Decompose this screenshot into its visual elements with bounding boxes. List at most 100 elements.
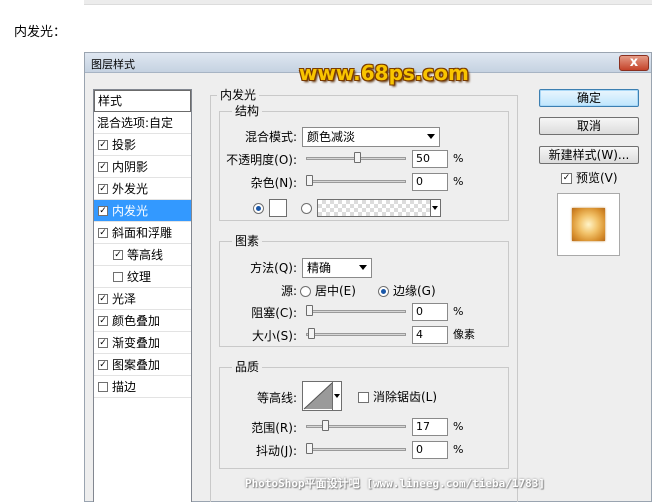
style-list-header[interactable]: 样式 [94,90,191,112]
style-list-item[interactable]: ✓ 外发光 [94,178,191,200]
method-value: 精确 [307,261,332,275]
range-input[interactable]: 17 [412,418,448,436]
blend-mode-value: 颜色减淡 [307,130,356,144]
style-checkbox[interactable]: ✓ [98,294,108,304]
style-checkbox[interactable]: ✓ [98,162,108,172]
preview-label[interactable]: 预览(V) [576,169,618,187]
noise-slider-track[interactable] [306,180,406,183]
style-list-item[interactable]: ✓ 颜色叠加 [94,310,191,332]
style-checkbox[interactable]: ✓ [113,250,123,260]
style-list-item[interactable]: 描边 [94,376,191,398]
close-icon: x [629,55,639,70]
structure-legend: 结构 [232,104,263,118]
opacity-input[interactable]: 50 [412,150,448,168]
style-list-item[interactable]: 纹理 [94,266,191,288]
style-item-label: 渐变叠加 [112,336,161,350]
opacity-unit: % [453,152,464,165]
chevron-down-icon [427,134,435,139]
range-label: 范围(R): [251,421,297,435]
style-item-label: 颜色叠加 [112,314,161,328]
size-slider-track[interactable] [306,333,406,336]
chevron-down-icon [334,394,340,398]
source-edge-label[interactable]: 边缘(G) [393,282,436,300]
gradient-radio[interactable] [301,203,312,214]
anti-alias-checkbox[interactable] [358,392,369,403]
style-checkbox[interactable] [98,382,108,392]
chevron-down-icon [359,265,367,270]
chevron-down-icon [432,206,438,210]
style-list-item[interactable]: ✓ 内阴影 [94,156,191,178]
opacity-label: 不透明度(O): [226,153,297,167]
gradient-dropdown[interactable] [430,200,440,216]
source-label: 源: [280,284,297,298]
range-slider-track[interactable] [306,425,406,428]
range-slider-handle[interactable] [322,420,329,431]
opacity-slider-handle[interactable] [354,152,361,163]
choke-input[interactable]: 0 [412,303,448,321]
style-item-label: 描边 [112,380,137,394]
size-label: 大小(S): [251,329,297,343]
source-center-radio[interactable] [300,286,311,297]
jitter-label: 抖动(J): [256,444,297,458]
jitter-input[interactable]: 0 [412,441,448,459]
choke-slider-track[interactable] [306,310,406,313]
blend-options-item[interactable]: 混合选项:自定 [94,112,191,134]
style-item-label: 图案叠加 [112,358,161,372]
dialog-title: 图层样式 [91,58,135,71]
style-list-item[interactable]: ✓ 投影 [94,134,191,156]
style-list-item[interactable]: ✓ 光泽 [94,288,191,310]
noise-slider-handle[interactable] [306,175,313,186]
blend-mode-select[interactable]: 颜色减淡 [302,127,440,147]
anti-alias-label[interactable]: 消除锯齿(L) [373,388,437,406]
method-select[interactable]: 精确 [302,258,372,278]
site-watermark: www.68ps.com [299,61,469,85]
close-button[interactable]: x [619,55,649,71]
style-list-item[interactable]: ✓ 等高线 [94,244,191,266]
size-slider-handle[interactable] [308,328,315,339]
top-strip [84,0,652,5]
preview-checkbox[interactable]: ✓ [561,173,572,184]
gradient-picker[interactable] [317,199,441,217]
footer-watermark: PhotoShop平面设计吧 [www.lineeg.com/tieba/178… [245,477,546,490]
style-list-item[interactable]: ✓ 内发光 [94,200,191,222]
page-caption: 内发光： [14,25,67,40]
contour-dropdown[interactable] [332,382,341,410]
size-input[interactable]: 4 [412,326,448,344]
contour-picker[interactable] [302,381,342,411]
choke-unit: % [453,305,464,318]
cancel-button[interactable]: 取消 [539,117,639,135]
style-checkbox[interactable]: ✓ [98,316,108,326]
style-item-label: 投影 [112,138,137,152]
layer-style-dialog: 图层样式 x www.68ps.com 样式 混合选项:自定 ✓ 投影 ✓ 内阴影 ✓ 外… [84,52,652,502]
style-list-item[interactable]: ✓ 图案叠加 [94,354,191,376]
style-checkbox[interactable]: ✓ [98,184,108,194]
style-item-label: 内发光 [112,204,149,218]
style-checkbox[interactable]: ✓ [98,140,108,150]
style-list-item[interactable]: ✓ 斜面和浮雕 [94,222,191,244]
noise-input[interactable]: 0 [412,173,448,191]
solid-color-radio[interactable] [253,203,264,214]
quality-legend: 品质 [232,360,263,374]
style-checkbox[interactable]: ✓ [98,360,108,370]
noise-label: 杂色(N): [250,176,297,190]
choke-slider-handle[interactable] [306,305,313,316]
glow-color-swatch[interactable] [269,199,287,217]
range-unit: % [453,420,464,433]
style-checkbox[interactable]: ✓ [98,206,108,216]
style-item-label: 内阴影 [112,160,149,174]
style-list-item[interactable]: ✓ 渐变叠加 [94,332,191,354]
source-center-label[interactable]: 居中(E) [315,282,356,300]
style-checkbox[interactable]: ✓ [98,228,108,238]
new-style-button[interactable]: 新建样式(W)... [539,146,639,164]
size-unit: 像素 [453,328,475,341]
ok-button[interactable]: 确定 [539,89,639,107]
contour-linear-icon [303,382,333,410]
source-edge-radio[interactable] [378,286,389,297]
jitter-slider-handle[interactable] [306,443,313,454]
style-checkbox[interactable]: ✓ [98,338,108,348]
style-item-label: 斜面和浮雕 [112,226,173,240]
choke-label: 阻塞(C): [251,306,297,320]
style-item-label: 外发光 [112,182,149,196]
jitter-slider-track[interactable] [306,448,406,451]
style-checkbox[interactable] [113,272,123,282]
